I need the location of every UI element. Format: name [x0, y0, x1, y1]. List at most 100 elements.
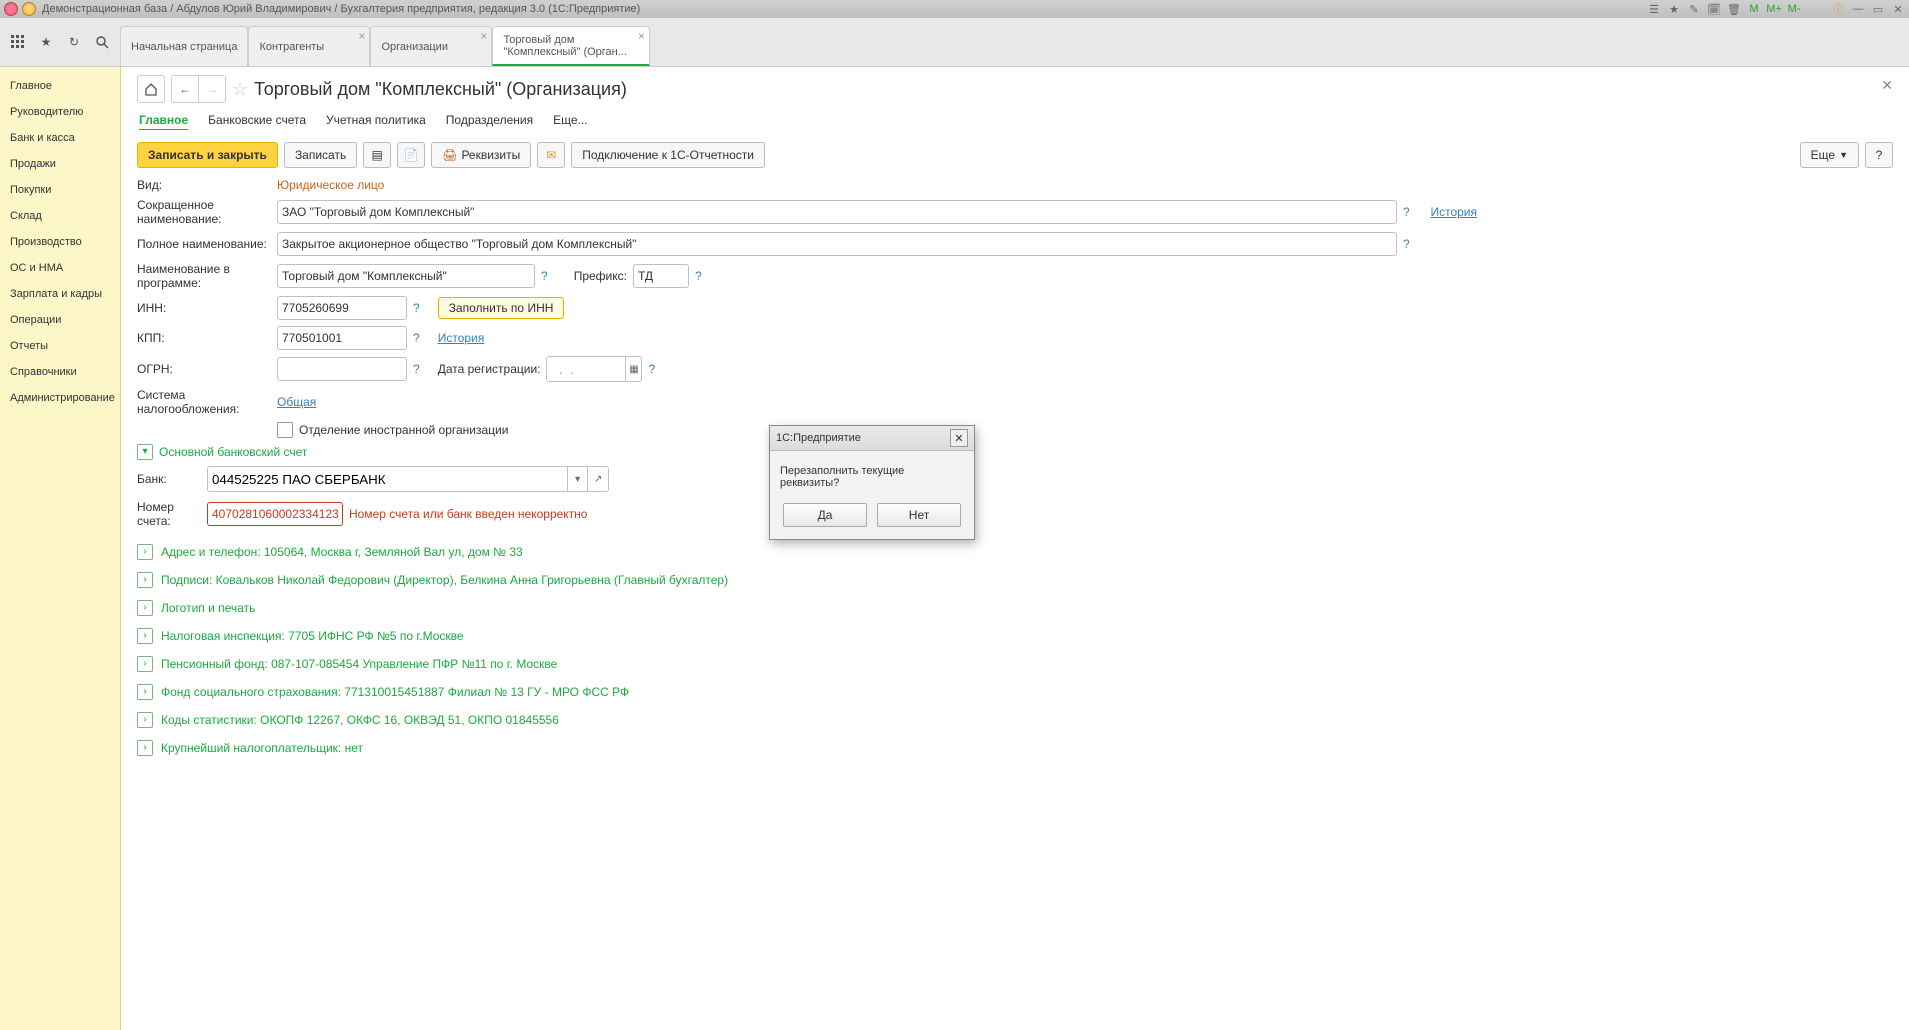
close-page-icon[interactable]: ✕	[1881, 77, 1893, 94]
account-input[interactable]	[207, 502, 343, 526]
back-button[interactable]: ←	[172, 76, 199, 102]
prefix-input[interactable]	[633, 264, 689, 288]
sys-icon[interactable]: M	[1747, 2, 1761, 16]
sidebar-item[interactable]: Продажи	[0, 151, 120, 177]
expandable-link[interactable]: Фонд социального страхования: 7713100154…	[161, 685, 629, 699]
sidebar-item[interactable]: Зарплата и кадры	[0, 281, 120, 307]
close-tab-icon[interactable]: ×	[358, 29, 365, 43]
prog-name-input[interactable]	[277, 264, 535, 288]
help-icon[interactable]: ?	[413, 362, 420, 376]
tab-home[interactable]: Начальная страница	[120, 26, 248, 66]
sys-icon[interactable]: ★	[1667, 2, 1681, 16]
expand-toggle[interactable]: ›	[137, 544, 153, 560]
short-name-input[interactable]	[277, 200, 1397, 224]
help-icon[interactable]: ?	[648, 362, 655, 376]
open-icon[interactable]: ↗	[587, 467, 608, 491]
sys-icon[interactable]: 🗓	[1707, 2, 1721, 16]
sidebar-item[interactable]: Отчеты	[0, 333, 120, 359]
sidebar-item[interactable]: ОС и НМА	[0, 255, 120, 281]
ogrn-input[interactable]	[277, 357, 407, 381]
rekvizity-button[interactable]: 🖨Реквизиты	[431, 142, 531, 168]
kpp-history-link[interactable]: История	[438, 331, 485, 345]
favorite-icon[interactable]: ★	[36, 32, 56, 52]
dialog-close-icon[interactable]: ✕	[950, 429, 968, 447]
close-icon[interactable]: ✕	[1891, 2, 1905, 16]
expandable-link[interactable]: Адрес и телефон: 105064, Москва г, Земля…	[161, 545, 523, 559]
maximize-icon[interactable]: ▭	[1871, 2, 1885, 16]
sidebar-item[interactable]: Покупки	[0, 177, 120, 203]
expandable-link[interactable]: Коды статистики: ОКОПФ 12267, ОКФС 16, О…	[161, 713, 559, 727]
close-tab-icon[interactable]: ×	[480, 29, 487, 43]
help-icon[interactable]: ?	[695, 269, 702, 283]
reg-date-input[interactable]	[547, 357, 625, 381]
close-tab-icon[interactable]: ×	[638, 29, 645, 43]
minimize-icon[interactable]: —	[1851, 2, 1865, 16]
file-icon[interactable]: 📄	[397, 142, 425, 168]
list-view-icon[interactable]: ▤	[363, 142, 391, 168]
inn-input[interactable]	[277, 296, 407, 320]
apps-icon[interactable]	[8, 32, 28, 52]
tab-kontragenty[interactable]: Контрагенты×	[248, 26, 370, 66]
help-icon[interactable]: ?	[1403, 205, 1410, 219]
expand-toggle[interactable]: ›	[137, 600, 153, 616]
envelope-icon[interactable]: ✉	[537, 142, 565, 168]
bank-input[interactable]	[208, 467, 567, 491]
history-icon[interactable]: ↻	[64, 32, 84, 52]
expand-toggle[interactable]: ›	[137, 684, 153, 700]
sidebar-item[interactable]: Банк и касса	[0, 125, 120, 151]
full-name-input[interactable]	[277, 232, 1397, 256]
home-button[interactable]	[137, 75, 165, 103]
kpp-input[interactable]	[277, 326, 407, 350]
forward-button[interactable]: →	[199, 76, 225, 102]
expand-toggle[interactable]: ▾	[137, 444, 153, 460]
more-button[interactable]: Еще ▼	[1800, 142, 1859, 168]
expand-toggle[interactable]: ›	[137, 656, 153, 672]
sys-icon[interactable]: 🗑	[1727, 2, 1741, 16]
help-icon[interactable]: ?	[1403, 237, 1410, 251]
tab-torgovy-dom[interactable]: Торговый дом "Комплексный" (Орган... ×	[492, 26, 649, 66]
sys-icon[interactable]: ✎	[1687, 2, 1701, 16]
expandable-link[interactable]: Логотип и печать	[161, 601, 255, 615]
sidebar-item[interactable]: Склад	[0, 203, 120, 229]
sidebar-item[interactable]: Справочники	[0, 359, 120, 385]
sidebar-item[interactable]: Администрирование	[0, 385, 120, 411]
expandable-link[interactable]: Крупнейший налогоплательщик: нет	[161, 741, 363, 755]
tax-system-link[interactable]: Общая	[277, 395, 316, 409]
expand-toggle[interactable]: ›	[137, 740, 153, 756]
section-tab-accounting-policy[interactable]: Учетная политика	[326, 113, 426, 130]
expandable-link[interactable]: Пенсионный фонд: 087-107-085454 Управлен…	[161, 657, 557, 671]
save-close-button[interactable]: Записать и закрыть	[137, 142, 278, 168]
section-tab-main[interactable]: Главное	[139, 113, 188, 130]
sidebar-item[interactable]: Операции	[0, 307, 120, 333]
sidebar-item[interactable]: Главное	[0, 73, 120, 99]
foreign-checkbox[interactable]	[277, 422, 293, 438]
connect-1c-button[interactable]: Подключение к 1С-Отчетности	[571, 142, 765, 168]
save-button[interactable]: Записать	[284, 142, 357, 168]
sidebar-item[interactable]: Производство	[0, 229, 120, 255]
favorite-star-icon[interactable]: ☆	[232, 79, 248, 100]
help-icon[interactable]: ?	[413, 301, 420, 315]
sys-icon[interactable]: M+	[1767, 2, 1781, 16]
help-icon[interactable]: ?	[541, 269, 548, 283]
expand-toggle[interactable]: ›	[137, 572, 153, 588]
dialog-no-button[interactable]: Нет	[877, 503, 961, 527]
tab-organizacii[interactable]: Организации×	[370, 26, 492, 66]
help-button[interactable]: ?	[1865, 142, 1893, 168]
help-icon[interactable]: ?	[413, 331, 420, 345]
section-tab-more[interactable]: Еще...	[553, 113, 587, 130]
section-tab-departments[interactable]: Подразделения	[446, 113, 533, 130]
fill-by-inn-button[interactable]: Заполнить по ИНН	[438, 297, 565, 319]
sys-icon[interactable]: ☰	[1647, 2, 1661, 16]
main-bank-section[interactable]: Основной банковский счет	[159, 445, 307, 459]
dropdown-icon[interactable]: ▾	[567, 467, 588, 491]
expand-toggle[interactable]: ›	[137, 712, 153, 728]
calendar-icon[interactable]: ▦	[625, 357, 641, 381]
section-tab-bank-accounts[interactable]: Банковские счета	[208, 113, 306, 130]
expand-toggle[interactable]: ›	[137, 628, 153, 644]
sys-icon[interactable]: M-	[1787, 2, 1801, 16]
sidebar-item[interactable]: Руководителю	[0, 99, 120, 125]
history-link[interactable]: История	[1430, 205, 1477, 219]
expandable-link[interactable]: Подписи: Ковальков Николай Федорович (Ди…	[161, 573, 728, 587]
info-icon[interactable]: ⓘ	[1831, 2, 1845, 16]
dialog-yes-button[interactable]: Да	[783, 503, 867, 527]
